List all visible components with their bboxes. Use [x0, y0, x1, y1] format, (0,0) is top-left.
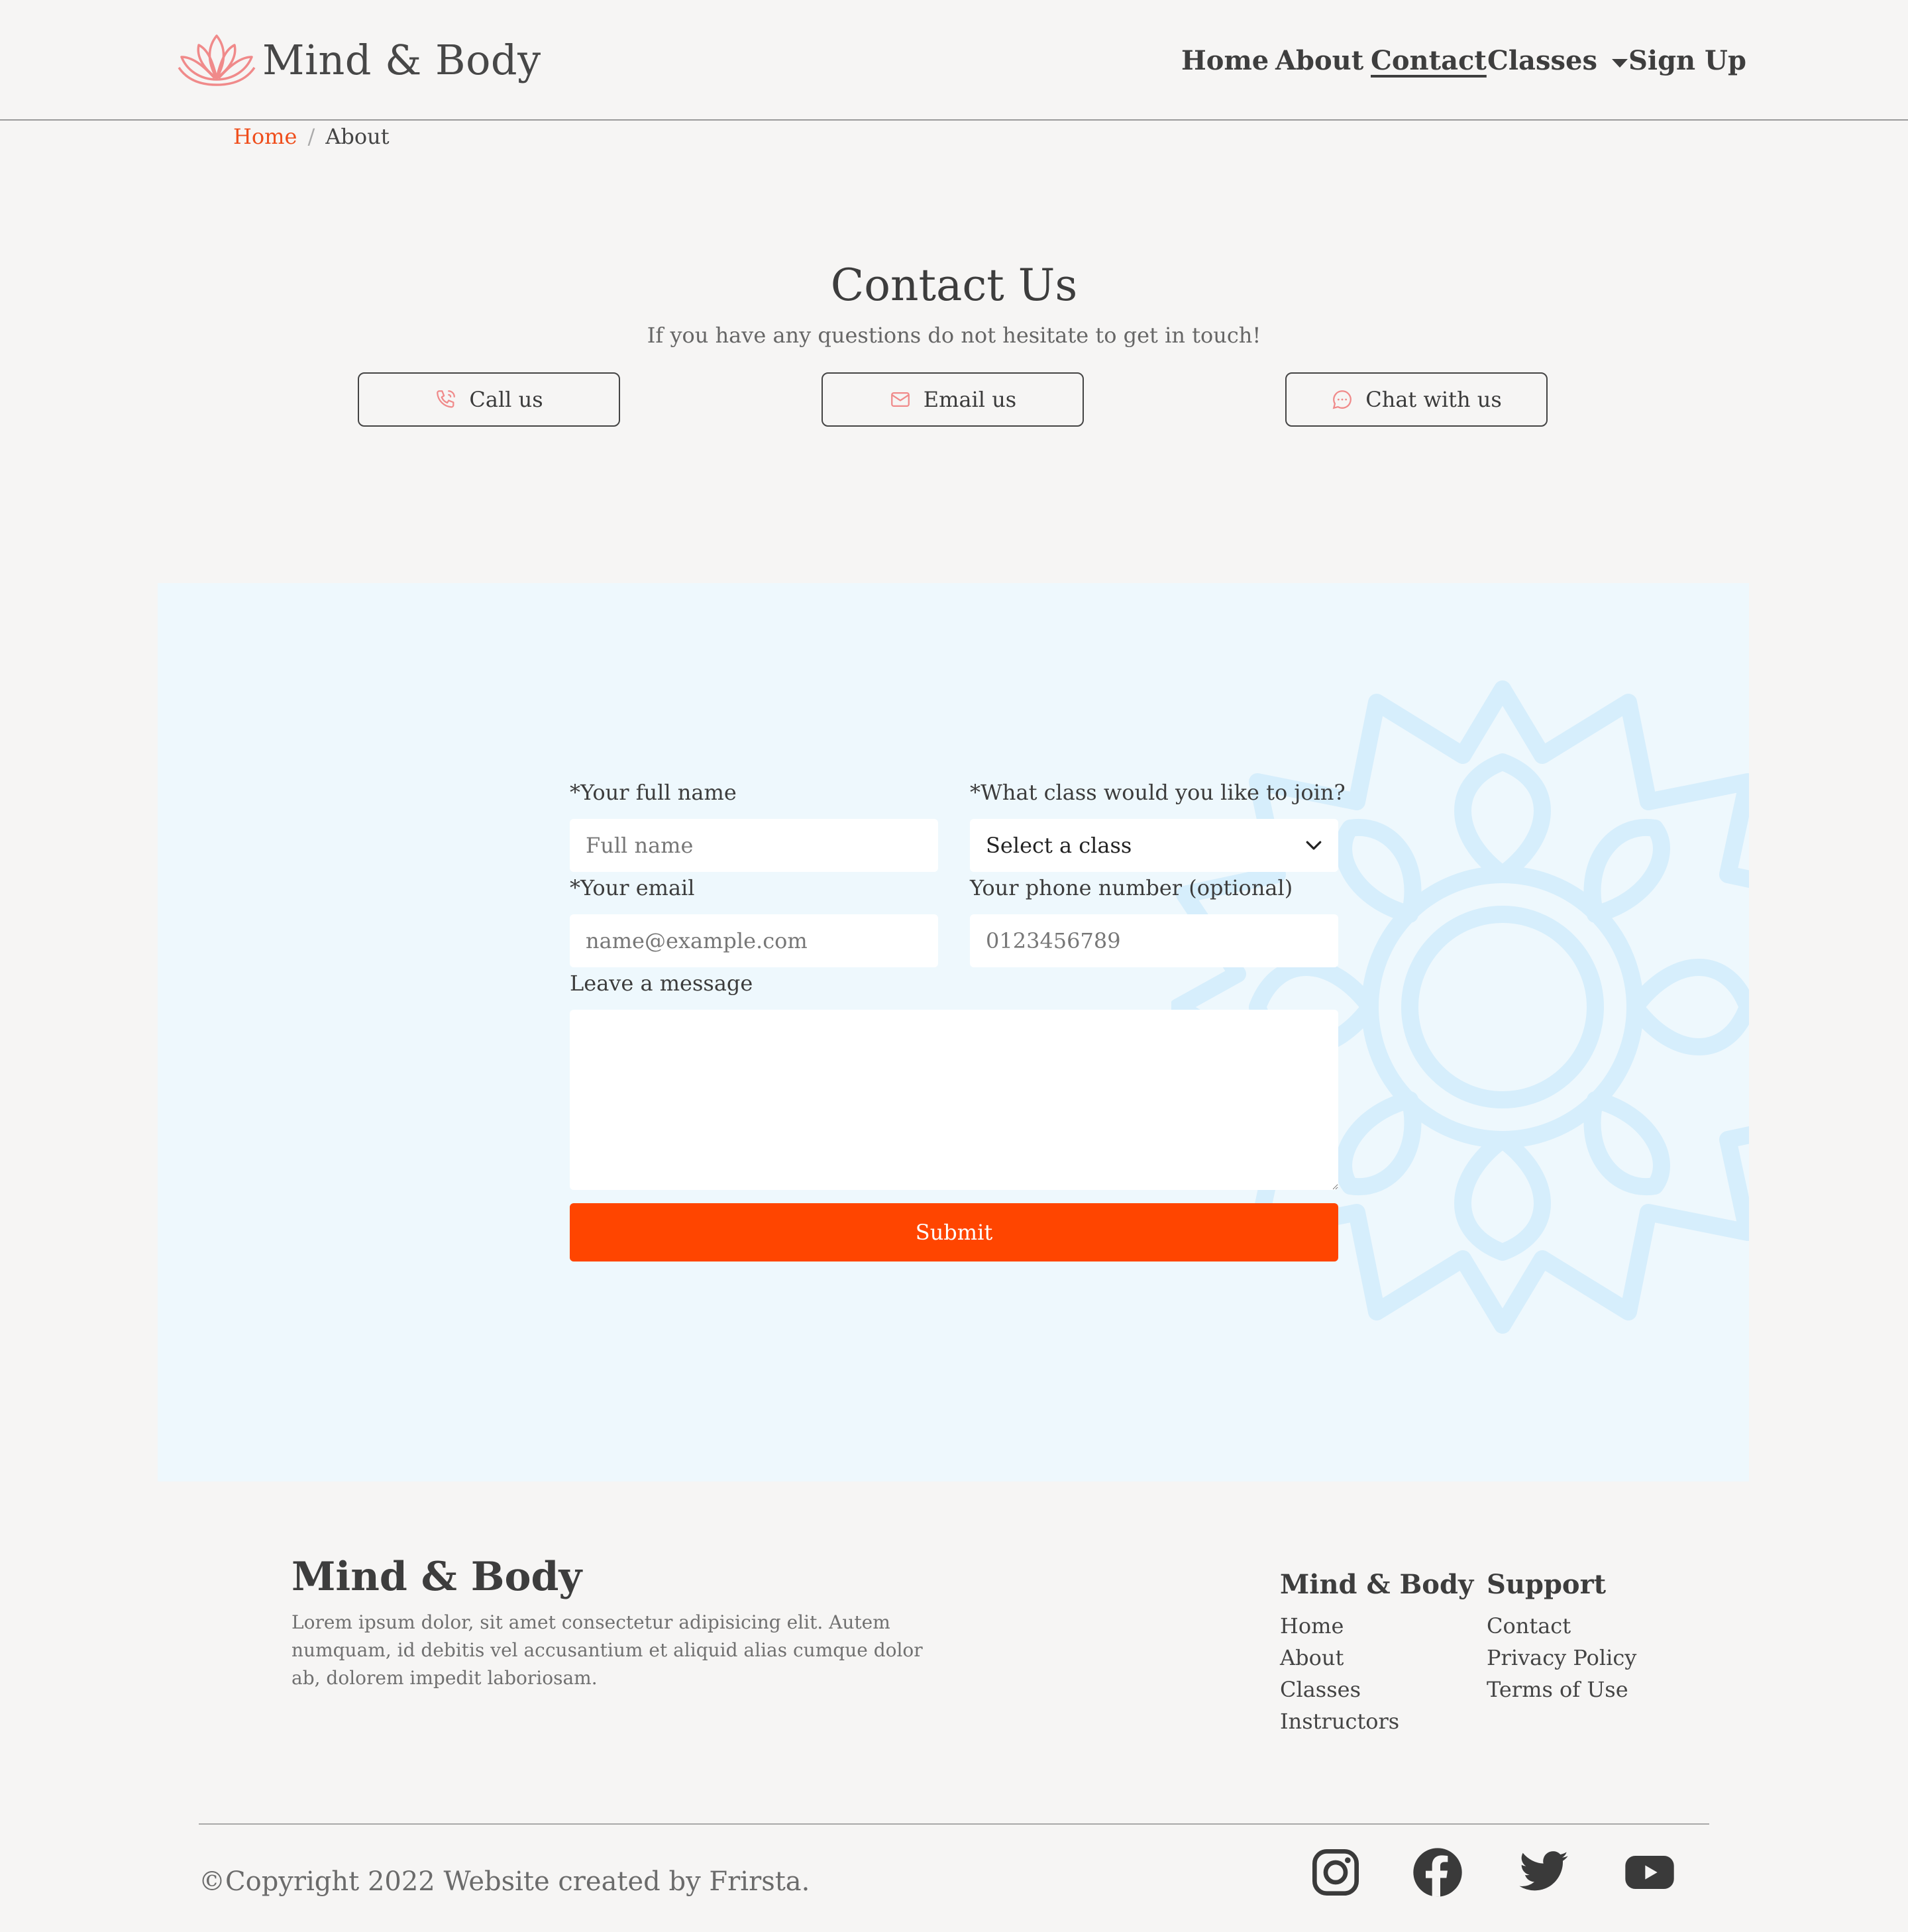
message-label: Leave a message: [570, 971, 753, 996]
chevron-down-icon: [1306, 841, 1322, 850]
submit-button[interactable]: Submit: [570, 1203, 1338, 1261]
email-us-button[interactable]: Email us: [822, 372, 1084, 427]
footer-link-classes[interactable]: Classes: [1280, 1674, 1361, 1705]
breadcrumb-home[interactable]: Home: [233, 124, 297, 149]
footer-link-about[interactable]: About: [1280, 1642, 1344, 1674]
page-title: Contact Us: [830, 260, 1078, 311]
email-label: *Your email: [570, 875, 695, 900]
footer-divider: [199, 1823, 1709, 1825]
footer-description: Lorem ipsum dolor, sit amet consectetur …: [292, 1611, 923, 1689]
page-subtitle: If you have any questions do not hesitat…: [647, 323, 1261, 348]
facebook-icon[interactable]: [1411, 1846, 1464, 1899]
footer-link-instructors[interactable]: Instructors: [1280, 1705, 1399, 1737]
footer-link-home[interactable]: Home: [1280, 1610, 1344, 1642]
footer-col-brand-title: Mind & Body: [1280, 1569, 1474, 1600]
class-select-label: *What class would you like to join?: [970, 780, 1346, 805]
breadcrumb: Home / About: [233, 123, 390, 150]
nav-classes-dropdown[interactable]: Classes: [1487, 41, 1628, 81]
instagram-icon[interactable]: [1309, 1846, 1362, 1899]
nav-classes-label: Classes: [1487, 45, 1597, 76]
phone-input[interactable]: [970, 914, 1338, 967]
main-nav: Home About Contact Classes Sign Up: [0, 41, 1908, 81]
chat-with-us-button[interactable]: Chat with us: [1285, 372, 1548, 427]
phone-icon: [437, 390, 456, 408]
email-input[interactable]: [570, 914, 938, 967]
envelope-icon: [890, 392, 910, 407]
breadcrumb-current: About: [325, 124, 390, 149]
copyright-text: ©Copyright 2022 Website created by Frirs…: [199, 1866, 810, 1897]
caret-down-icon: [1611, 58, 1628, 68]
email-us-label: Email us: [923, 387, 1017, 412]
twitter-icon[interactable]: [1517, 1846, 1570, 1899]
phone-label: Your phone number (optional): [970, 875, 1293, 900]
footer-brand: Mind & Body: [292, 1554, 582, 1600]
site-header: Mind & Body Home About Contact Classes S…: [0, 0, 1908, 121]
footer-link-contact[interactable]: Contact: [1487, 1610, 1571, 1642]
full-name-input[interactable]: [570, 819, 938, 872]
full-name-label: *Your full name: [570, 780, 737, 805]
footer-link-privacy[interactable]: Privacy Policy: [1487, 1642, 1636, 1674]
nav-about[interactable]: About: [1275, 41, 1363, 81]
footer-link-terms[interactable]: Terms of Use: [1487, 1674, 1628, 1705]
youtube-icon[interactable]: [1623, 1846, 1676, 1899]
class-select[interactable]: Select a class: [970, 819, 1338, 872]
class-select-value: Select a class: [986, 833, 1132, 858]
nav-home[interactable]: Home: [1181, 41, 1269, 81]
chat-icon: [1332, 390, 1352, 409]
call-us-button[interactable]: Call us: [358, 372, 620, 427]
chat-with-us-label: Chat with us: [1365, 387, 1502, 412]
footer-col-support-title: Support: [1487, 1569, 1607, 1600]
nav-signup[interactable]: Sign Up: [1628, 41, 1746, 81]
breadcrumb-separator: /: [307, 124, 315, 149]
message-textarea[interactable]: [570, 1010, 1338, 1190]
call-us-label: Call us: [469, 387, 543, 412]
nav-contact[interactable]: Contact: [1371, 41, 1487, 81]
